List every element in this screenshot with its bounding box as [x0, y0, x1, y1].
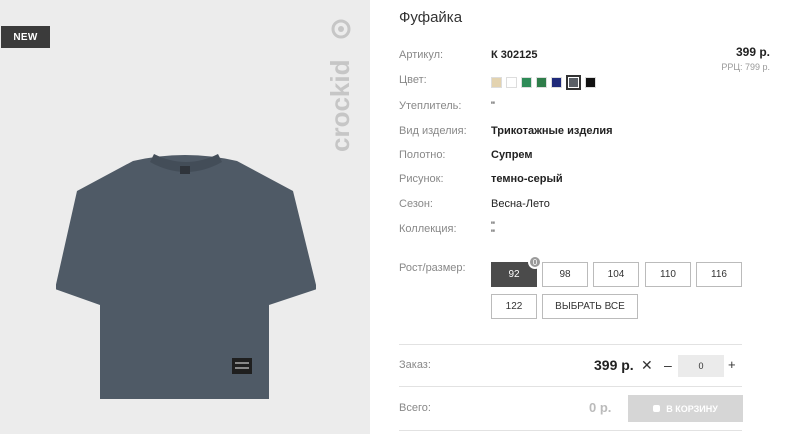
- spec-label-article: Артикул:: [399, 49, 444, 61]
- product-rrp: РРЦ: 799 р.: [721, 62, 770, 72]
- spec-label-collection: Коллекция:: [399, 223, 457, 235]
- total-value: 0 р.: [589, 400, 612, 415]
- size-110-button[interactable]: 110: [645, 262, 691, 287]
- quantity-decrease-button[interactable]: –: [664, 357, 672, 373]
- total-label: Всего:: [399, 402, 431, 414]
- size-122-button[interactable]: 122: [491, 294, 537, 319]
- spec-label-type: Вид изделия:: [399, 125, 467, 137]
- order-label: Заказ:: [399, 359, 431, 371]
- product-image-panel: NEW crockid: [0, 0, 370, 434]
- spec-value-fabric: Супрем: [491, 149, 533, 161]
- quantity-increase-button[interactable]: +: [728, 357, 736, 372]
- spec-value-pattern: темно-серый: [491, 173, 563, 185]
- brand-logo-text: crockid: [325, 60, 355, 153]
- color-swatch-beige[interactable]: [491, 77, 502, 88]
- spec-value-collection: " ": [491, 220, 495, 240]
- spec-label-color: Цвет:: [399, 74, 427, 86]
- color-swatch-dark-green[interactable]: [536, 77, 547, 88]
- tshirt-image: [56, 154, 316, 399]
- divider: [399, 430, 742, 431]
- color-swatch-white[interactable]: [506, 77, 517, 88]
- spec-value-season: Весна-Лето: [491, 198, 550, 210]
- new-badge: NEW: [1, 26, 50, 48]
- size-104-button[interactable]: 104: [593, 262, 639, 287]
- spec-value-insulation: ": [491, 100, 495, 112]
- color-swatches: [491, 75, 596, 90]
- quantity-input[interactable]: [678, 355, 724, 377]
- spec-label-fabric: Полотно:: [399, 149, 446, 161]
- product-price: 399 р.: [735, 45, 770, 59]
- size-116-button[interactable]: 116: [696, 262, 742, 287]
- size-98-button[interactable]: 98: [542, 262, 588, 287]
- spec-label-season: Сезон:: [399, 198, 433, 210]
- size-label: Рост/размер:: [399, 262, 466, 274]
- spec-label-pattern: Рисунок:: [399, 173, 444, 185]
- divider: [399, 344, 742, 345]
- product-title: Фуфайка: [399, 9, 463, 26]
- color-swatch-dark-gray[interactable]: [566, 75, 581, 90]
- cart-icon: [653, 405, 661, 412]
- color-swatch-black[interactable]: [585, 77, 596, 88]
- spec-value-type: Трикотажные изделия: [491, 125, 613, 137]
- size-count-badge: 0: [528, 255, 542, 269]
- spec-value-article: К 302125: [491, 49, 538, 61]
- order-price: 399 р.: [594, 357, 634, 373]
- divider: [399, 386, 742, 387]
- spec-label-insulation: Утеплитель:: [399, 100, 462, 112]
- color-swatch-navy[interactable]: [551, 77, 562, 88]
- color-swatch-green[interactable]: [521, 77, 532, 88]
- multiply-icon: ✕: [641, 357, 653, 373]
- add-to-cart-button[interactable]: В КОРЗИНУ: [628, 395, 743, 422]
- brand-logo: crockid: [325, 19, 355, 153]
- select-all-sizes-button[interactable]: ВЫБРАТЬ ВСЕ: [542, 294, 638, 319]
- add-to-cart-label: В КОРЗИНУ: [666, 403, 718, 414]
